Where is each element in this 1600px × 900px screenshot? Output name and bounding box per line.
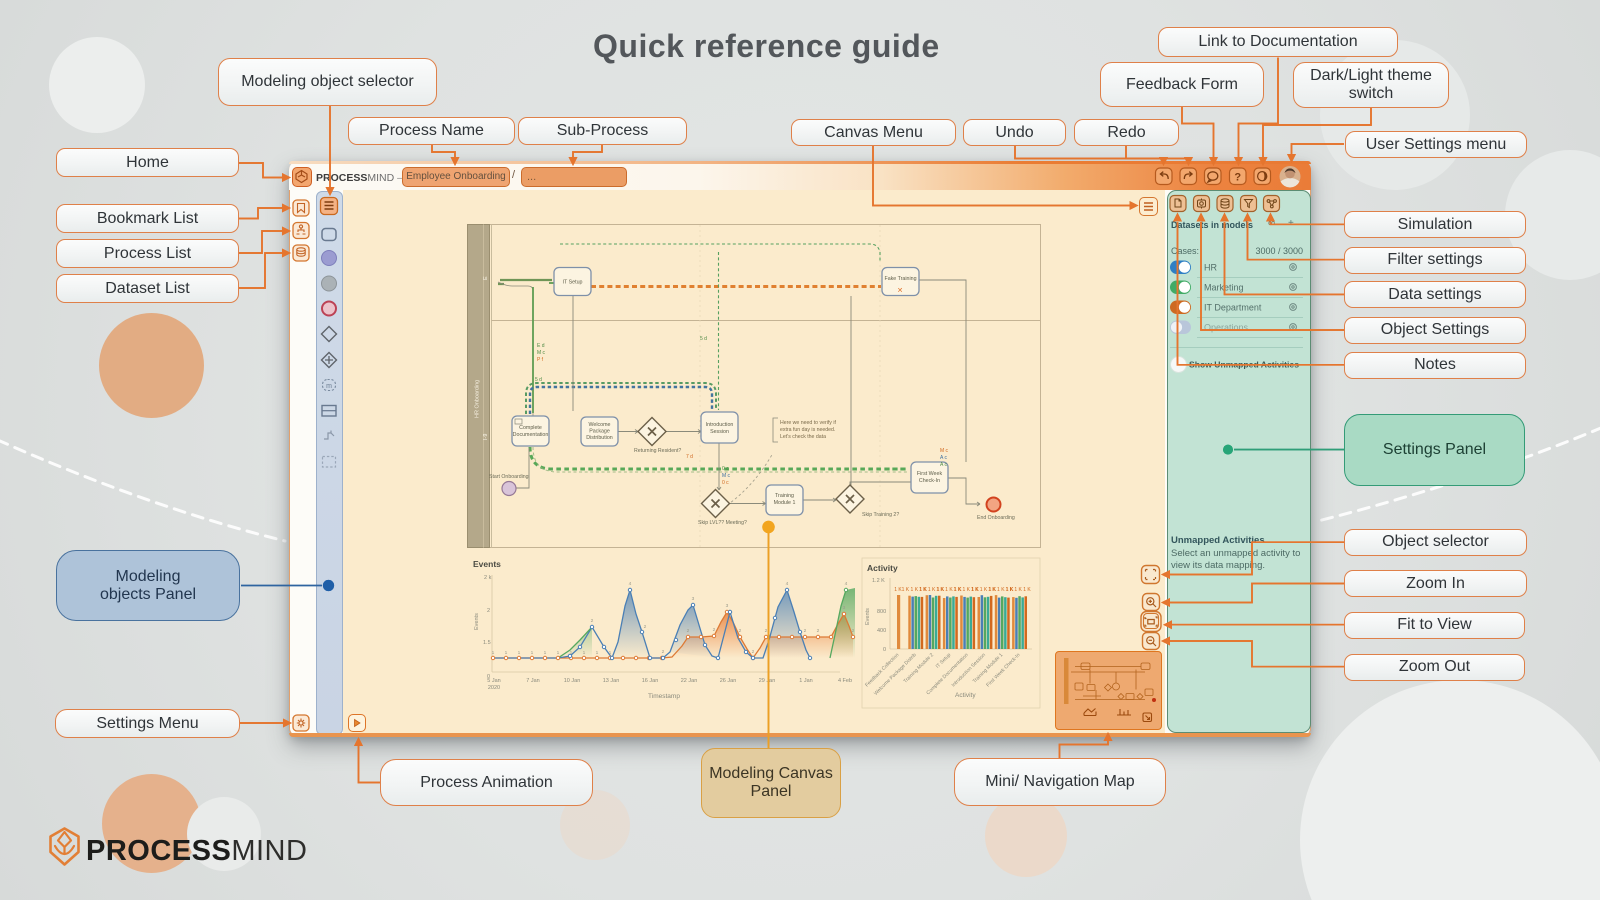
svg-text:IT Department: IT Department xyxy=(1204,303,1262,313)
svg-text:?: ? xyxy=(1234,172,1241,184)
svg-text:Marketing: Marketing xyxy=(1204,283,1244,293)
svg-text:m: m xyxy=(326,383,332,390)
svg-text:HR: HR xyxy=(1204,263,1217,273)
svg-text:First Week Check-In: First Week Check-In xyxy=(985,652,1021,688)
svg-text:1 K 1 K 1 K: 1 K 1 K 1 K xyxy=(1005,587,1031,593)
svg-text:Operations: Operations xyxy=(1204,323,1249,333)
svg-text:Show Unmapped Activities: Show Unmapped Activities xyxy=(1189,360,1299,370)
